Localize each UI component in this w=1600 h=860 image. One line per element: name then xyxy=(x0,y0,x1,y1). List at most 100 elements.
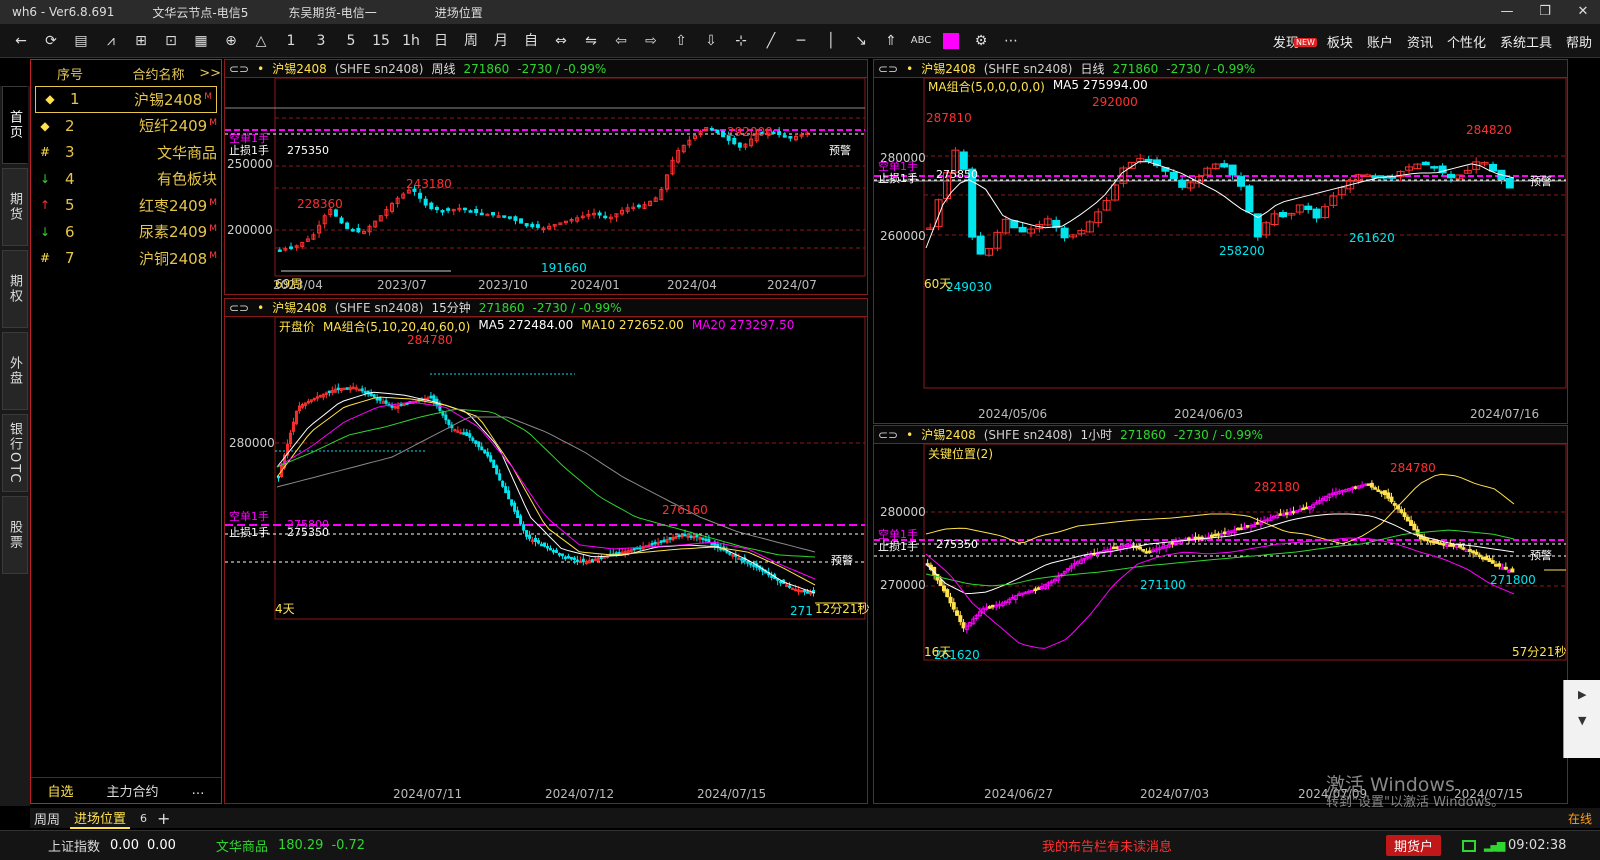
vline-icon[interactable]: │ xyxy=(816,24,846,58)
arrow-up-icon[interactable]: ⇑ xyxy=(876,24,906,58)
scroll-up-icon[interactable]: ⇧ xyxy=(666,24,696,58)
menu-account[interactable]: 账户 xyxy=(1367,32,1393,51)
tab-bank-otc[interactable]: 银行OTC xyxy=(2,414,28,492)
refresh-icon[interactable]: ⟳ xyxy=(36,24,66,58)
tab-stocks[interactable]: 股票 xyxy=(2,496,28,574)
chart-panel-1hour[interactable]: ⊂⊃ • 沪锡2408 (SHFE sn2408) 1小时 271860 -27… xyxy=(873,425,1568,804)
menu-discover[interactable]: 发现 NEW xyxy=(1273,32,1317,51)
add-tab-button[interactable]: + xyxy=(157,809,170,828)
tab-favorites[interactable]: 自选 xyxy=(47,781,73,800)
notification-popup[interactable]: ▶ ▼ xyxy=(1563,680,1600,758)
alarm-bell-icon[interactable]: △ xyxy=(246,24,276,58)
tab-foreign[interactable]: 外盘 xyxy=(2,332,28,410)
layout-toggle-icon[interactable]: ⊂⊃ xyxy=(229,301,249,315)
collapse-icon[interactable]: ▼ xyxy=(1578,714,1586,727)
zoom-in-icon[interactable]: ⇔ xyxy=(546,24,576,58)
scroll-down-icon[interactable]: ⇩ xyxy=(696,24,726,58)
period-week-button[interactable]: 周 xyxy=(456,24,486,58)
footer-more-icon[interactable]: … xyxy=(191,783,204,798)
candle-body xyxy=(1412,523,1417,531)
keyboard-icon[interactable] xyxy=(1462,839,1476,852)
candle-body xyxy=(486,451,490,457)
expand-icon[interactable]: ▶ xyxy=(1578,688,1586,701)
watchlist-row[interactable]: #7 沪铜2408 M xyxy=(31,245,221,272)
layout-toggle-icon[interactable]: ⊂⊃ xyxy=(878,428,898,442)
watchlist-row[interactable]: ↓ 6 尿素2409 M xyxy=(31,219,221,246)
15min-kline-chart[interactable]: 280000 284780 276160 空单1手 275800 止损1手 27… xyxy=(225,317,869,785)
quote-table-icon[interactable]: ▤ xyxy=(66,24,96,58)
period-day-button[interactable]: 日 xyxy=(426,24,456,58)
chart-panel-15min[interactable]: ⊂⊃ • 沪锡2408 (SHFE sn2408) 15分钟 271860 -2… xyxy=(224,298,869,804)
tab-main-contracts[interactable]: 主力合约 xyxy=(106,781,158,800)
broker-account-badge[interactable]: 期货户 xyxy=(1386,835,1442,856)
layout-toggle-icon[interactable]: ⊂⊃ xyxy=(878,62,898,76)
kline-icon[interactable]: ⊞ xyxy=(126,24,156,58)
period-select[interactable]: 周线 xyxy=(431,60,455,77)
watchlist-row[interactable]: ↓ 4 有色板块 xyxy=(31,166,221,193)
line-chart-icon[interactable]: ⩘ xyxy=(96,24,126,58)
chart-panel-weekly[interactable]: ⊂⊃ • 沪锡2408 (SHFE sn2408) 周线 271860 -273… xyxy=(224,59,868,295)
broker-server-label[interactable]: 东吴期货-电信一 xyxy=(288,4,376,21)
period-1h-button[interactable]: 1h xyxy=(396,24,426,58)
menu-system-tools[interactable]: 系统工具 xyxy=(1500,32,1552,51)
layout-toggle-icon[interactable]: ⊂⊃ xyxy=(229,62,249,76)
period-1m-button[interactable]: 1 xyxy=(276,24,306,58)
candle-body xyxy=(1239,527,1244,531)
watchlist-row[interactable]: #3 文华商品 xyxy=(31,139,221,166)
layout-icon[interactable]: ▦ xyxy=(186,24,216,58)
date-label: 2024/01 xyxy=(570,278,620,292)
color-picker-swatch[interactable] xyxy=(943,32,959,49)
tab-options[interactable]: 期权 xyxy=(2,250,28,328)
period-custom-button[interactable]: 自 xyxy=(516,24,546,58)
restore-button[interactable]: ❐ xyxy=(1524,0,1566,24)
candle-body xyxy=(375,397,379,401)
ray-icon[interactable]: ↘ xyxy=(846,24,876,58)
text-tool-button[interactable]: ABC xyxy=(906,24,936,58)
scroll-left-icon[interactable]: ⇦ xyxy=(606,24,636,58)
menu-help[interactable]: 帮助 xyxy=(1566,32,1592,51)
candle-body xyxy=(516,510,520,519)
1hour-kline-chart[interactable]: 280000 270000 282180 284780 271100 27180… xyxy=(874,444,1569,786)
tab-home[interactable]: 首页 xyxy=(2,86,28,164)
chart-panel-daily[interactable]: ⊂⊃ • 沪锡2408 (SHFE sn2408) 日线 271860 -273… xyxy=(873,59,1568,424)
col-contract[interactable]: 合约名称 xyxy=(133,64,190,83)
tab-futures[interactable]: 期货 xyxy=(2,168,28,246)
trendline-icon[interactable]: ╱ xyxy=(756,24,786,58)
back-icon[interactable]: ← xyxy=(6,24,36,58)
notice-message[interactable]: 我的布告栏有未读消息 xyxy=(1042,836,1172,855)
zoom-out-icon[interactable]: ⇋ xyxy=(576,24,606,58)
multi-chart-icon[interactable]: ⊡ xyxy=(156,24,186,58)
app-title: wh6 - Ver6.8.691 xyxy=(12,5,115,19)
more-icon[interactable]: ⋯ xyxy=(996,24,1026,58)
period-select[interactable]: 日线 xyxy=(1080,60,1104,77)
weekly-kline-chart[interactable]: 250000 200000 292000 228360 243180 19166… xyxy=(225,78,869,294)
tab-weekly-page[interactable]: 周周 xyxy=(34,809,60,828)
cloud-icon[interactable]: ⊕ xyxy=(216,24,246,58)
period-5m-button[interactable]: 5 xyxy=(336,24,366,58)
index-name[interactable]: 上证指数 xyxy=(48,836,100,855)
minimize-button[interactable]: — xyxy=(1486,0,1528,24)
watchlist-row[interactable]: ◆ 2 短纤2409 M xyxy=(31,113,221,140)
menu-sector[interactable]: 板块 xyxy=(1327,32,1353,51)
menu-personalize[interactable]: 个性化 xyxy=(1447,32,1486,51)
period-15m-button[interactable]: 15 xyxy=(366,24,396,58)
period-month-button[interactable]: 月 xyxy=(486,24,516,58)
close-button[interactable]: ✕ xyxy=(1562,0,1600,24)
watchlist-row[interactable]: ↑ 5 红枣2409 M xyxy=(31,192,221,219)
menu-news[interactable]: 资讯 xyxy=(1407,32,1433,51)
expand-chevron-icon[interactable]: >> xyxy=(199,66,221,81)
col-serial[interactable]: 序号 xyxy=(57,64,133,83)
settings-gear-icon[interactable]: ⚙ xyxy=(966,24,996,58)
server-node-label[interactable]: 文华云节点-电信5 xyxy=(152,4,248,21)
crosshair-icon[interactable]: ⊹ xyxy=(726,24,756,58)
index-name[interactable]: 文华商品 xyxy=(216,836,268,855)
period-select[interactable]: 15分钟 xyxy=(431,299,470,316)
tab-entry-position[interactable]: 进场位置 xyxy=(70,808,131,829)
period-3m-button[interactable]: 3 xyxy=(306,24,336,58)
daily-kline-chart[interactable]: 280000 260000 287810 292000 284820 25820… xyxy=(874,78,1569,406)
hline-icon[interactable]: ─ xyxy=(786,24,816,58)
candle-body xyxy=(474,440,478,444)
watchlist-row[interactable]: ◆ 1 沪锡2408 M xyxy=(35,86,217,113)
period-select[interactable]: 1小时 xyxy=(1080,426,1112,443)
scroll-right-icon[interactable]: ⇨ xyxy=(636,24,666,58)
